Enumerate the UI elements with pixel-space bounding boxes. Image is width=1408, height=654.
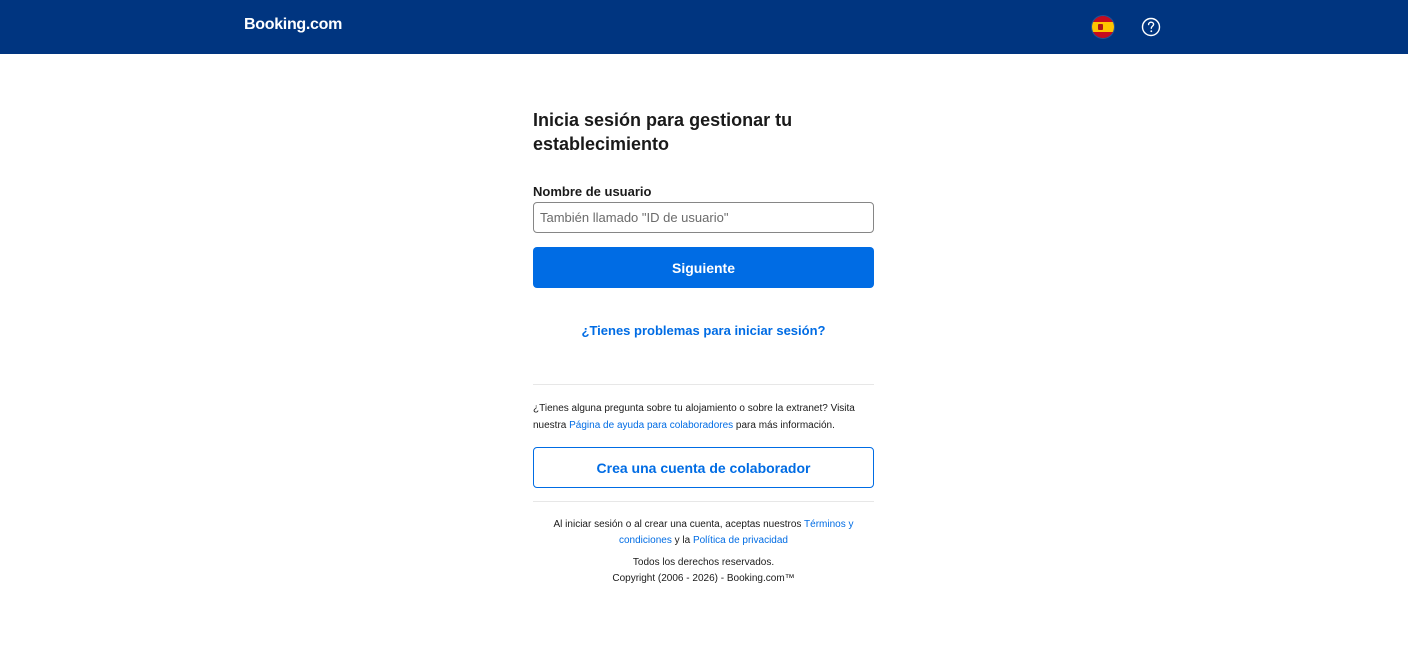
flag-crest <box>1098 24 1103 30</box>
legal-text-middle: y la <box>671 535 693 546</box>
partner-help-page-link[interactable]: Página de ayuda para colaboradores <box>569 420 733 431</box>
spain-flag-icon[interactable] <box>1092 16 1114 38</box>
legal-notice: Al iniciar sesión o al crear una cuenta,… <box>533 517 874 549</box>
top-navigation-bar: Booking.com <box>0 0 1408 54</box>
trouble-signing-in-link[interactable]: ¿Tienes problemas para iniciar sesión? <box>533 323 874 338</box>
next-button[interactable]: Siguiente <box>533 247 874 288</box>
title-line-2: establecimiento <box>533 134 670 154</box>
rights-text: Todos los derechos reservados. <box>632 557 775 568</box>
title-line-1: Inicia sesión para gestionar tu <box>533 110 793 130</box>
help-text: ¿Tienes alguna pregunta sobre tu alojami… <box>533 400 874 434</box>
question-circle-icon[interactable] <box>1141 17 1161 37</box>
footer-divider <box>533 501 874 502</box>
section-divider <box>533 384 874 385</box>
booking-logo[interactable]: Booking.com <box>244 16 342 34</box>
copyright-text: Copyright (2006 - 2026) - Booking.com™ <box>612 573 795 584</box>
copyright-block: Todos los derechos reservados. Copyright… <box>533 555 874 587</box>
page-title: Inicia sesión para gestionar tu establec… <box>533 108 874 156</box>
legal-text-before: Al iniciar sesión o al crear una cuenta,… <box>553 519 805 530</box>
help-text-after: para más información. <box>733 420 835 431</box>
username-label: Nombre de usuario <box>533 184 652 199</box>
login-card: Inicia sesión para gestionar tu establec… <box>533 108 874 584</box>
create-partner-account-button[interactable]: Crea una cuenta de colaborador <box>533 447 874 488</box>
privacy-link[interactable]: Política de privacidad <box>693 535 788 546</box>
username-input[interactable] <box>533 202 874 233</box>
